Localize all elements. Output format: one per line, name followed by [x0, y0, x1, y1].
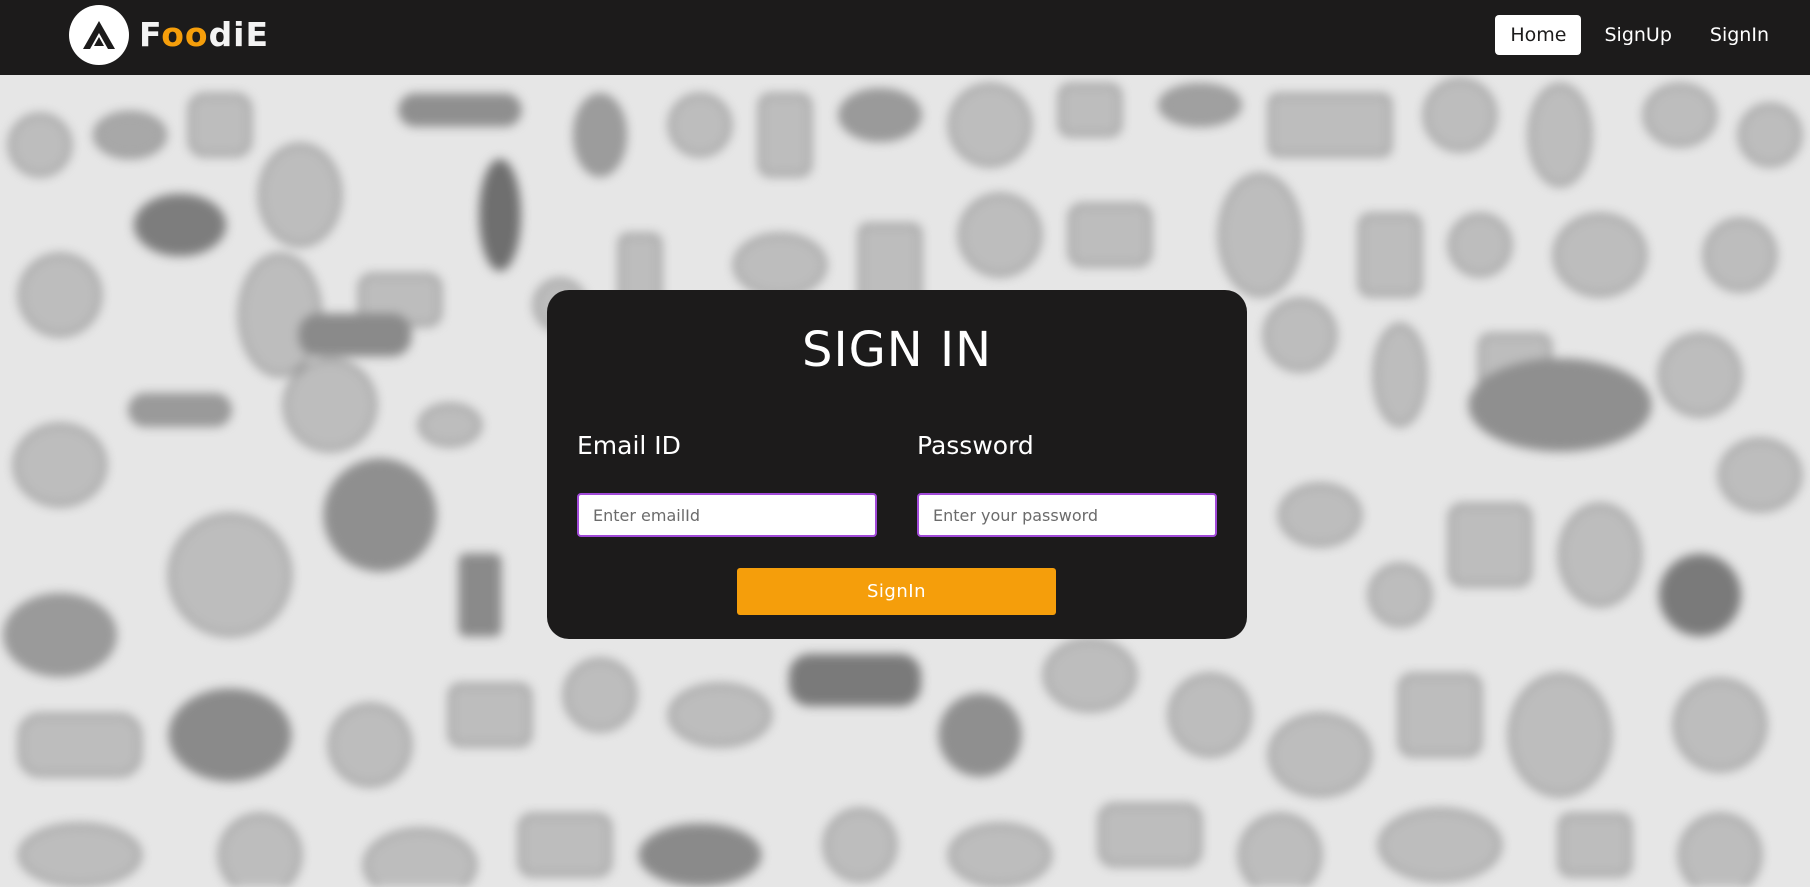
- nav-signin-link[interactable]: SignIn: [1695, 15, 1784, 55]
- signin-card: SIGN IN Email ID Password SignIn: [547, 290, 1247, 639]
- signin-button[interactable]: SignIn: [737, 568, 1056, 615]
- email-label: Email ID: [577, 431, 681, 460]
- password-label: Password: [917, 431, 1034, 460]
- brand-letters-die: diE: [208, 15, 270, 54]
- brand-name[interactable]: FoodiE: [139, 14, 269, 56]
- logo[interactable]: [69, 5, 129, 65]
- password-input[interactable]: [917, 493, 1217, 537]
- top-navbar: FoodiE Home SignUp SignIn: [0, 0, 1810, 75]
- email-input[interactable]: [577, 493, 877, 537]
- nav-links: Home SignUp SignIn: [1487, 15, 1784, 55]
- nav-signup-link[interactable]: SignUp: [1589, 15, 1686, 55]
- triangle-logo-icon: [83, 21, 115, 49]
- brand-letters-oo: oo: [161, 15, 209, 54]
- signin-title: SIGN IN: [801, 322, 993, 378]
- brand-letter-f: F: [139, 15, 162, 54]
- nav-home-link[interactable]: Home: [1495, 15, 1582, 55]
